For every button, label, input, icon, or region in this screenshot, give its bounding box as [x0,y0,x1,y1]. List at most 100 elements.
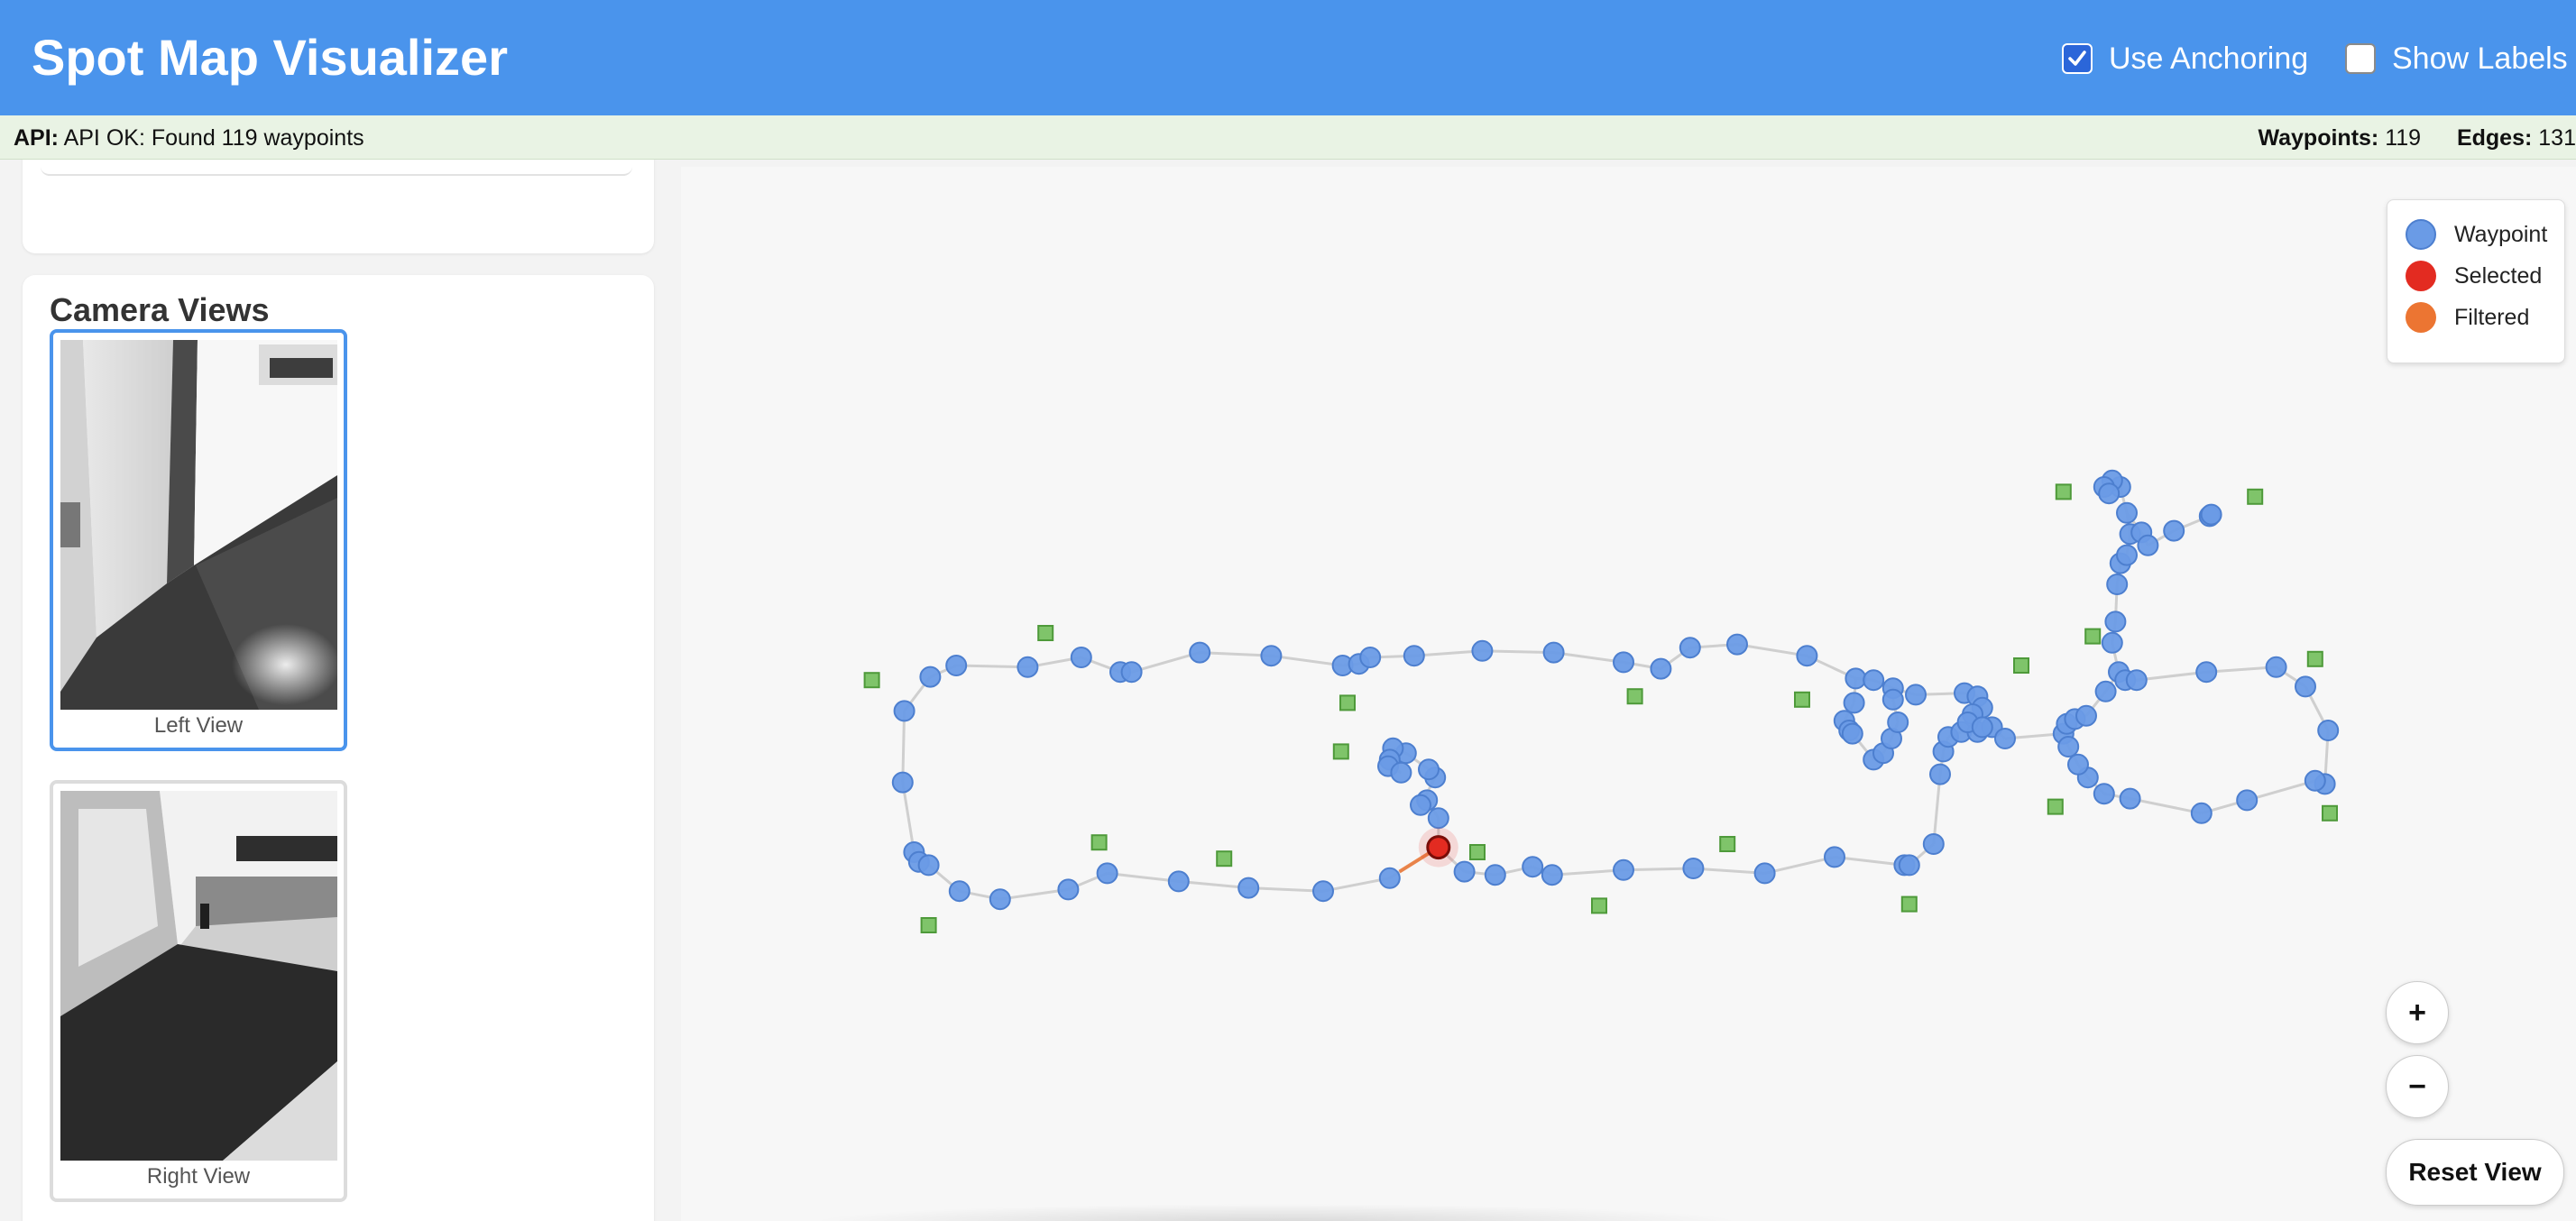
waypoint-node[interactable] [1905,684,1927,706]
waypoint-node[interactable] [1682,858,1705,879]
reset-view-button[interactable]: Reset View [2386,1139,2564,1206]
map-canvas[interactable]: Waypoint Selected Filtered + − Reset Vie… [681,167,2576,1221]
anchor-marker[interactable] [920,917,937,933]
anchor-marker[interactable] [1332,743,1349,760]
waypoint-node[interactable] [2101,631,2123,654]
graph-edge[interactable] [1248,886,1324,893]
waypoint-node[interactable] [1929,763,1951,785]
anchor-marker[interactable] [1900,895,1918,913]
waypoint-node[interactable] [917,854,940,877]
waypoint-node[interactable] [891,771,914,794]
anchor-marker[interactable] [1626,688,1643,705]
zoom-out-button[interactable]: − [2386,1055,2449,1118]
waypoint-node[interactable] [2067,753,2089,776]
anchor-marker[interactable] [1037,625,1054,641]
graph-edge[interactable] [2130,797,2203,815]
waypoint-node[interactable] [1260,645,1283,667]
waypoint-node[interactable] [2190,802,2213,824]
waypoint-node[interactable] [1887,711,1909,733]
waypoint-node[interactable] [1613,858,1634,881]
waypoint-node[interactable] [2116,501,2138,524]
waypoint-node[interactable] [1359,647,1382,668]
checkbox-checked-icon[interactable] [2062,43,2093,74]
waypoint-node[interactable] [2163,519,2185,542]
zoom-in-button[interactable]: + [2386,981,2449,1044]
checkbox-unchecked-icon[interactable] [2345,43,2376,74]
waypoint-node[interactable] [2125,669,2148,692]
sidebar-field[interactable] [41,160,632,176]
waypoint-node[interactable] [948,880,971,903]
waypoint-node[interactable] [1120,661,1143,684]
waypoint-node[interactable] [1390,761,1412,784]
anchor-marker[interactable] [2084,628,2102,645]
anchor-marker[interactable] [2322,804,2338,822]
waypoint-node[interactable] [1418,758,1440,781]
waypoint-node[interactable] [2106,574,2129,595]
waypoint-node[interactable] [1843,692,1865,714]
waypoint-node[interactable] [1189,641,1211,664]
waypoint-node[interactable] [1971,716,1993,739]
anchor-marker[interactable] [2047,798,2064,815]
camera-view-right[interactable]: Right View [50,780,347,1202]
anchor-marker[interactable] [1794,691,1810,708]
waypoint-node[interactable] [893,700,915,722]
waypoint-node[interactable] [2098,482,2121,505]
waypoint-node[interactable] [2116,544,2138,566]
waypoint-node[interactable] [1522,856,1544,878]
anchor-marker[interactable] [1591,897,1607,914]
waypoint-node[interactable] [1922,833,1945,855]
waypoint-node[interactable] [1845,667,1867,690]
anchor-marker[interactable] [863,672,880,689]
waypoint-graph[interactable] [681,167,2576,1221]
waypoint-node[interactable] [1863,669,1885,692]
selected-waypoint[interactable] [1426,835,1451,860]
waypoint-node[interactable] [2265,656,2287,678]
waypoint-node[interactable] [919,666,942,688]
waypoint-node[interactable] [1613,651,1634,674]
waypoint-node[interactable] [1753,862,1776,885]
waypoint-node[interactable] [2200,503,2222,526]
waypoint-node[interactable] [1796,645,1818,667]
use-anchoring-toggle[interactable]: Use Anchoring [2062,36,2308,81]
waypoint-node[interactable] [2093,783,2115,805]
waypoint-node[interactable] [1994,728,2016,749]
waypoint-node[interactable] [2094,680,2117,702]
anchor-marker[interactable] [2247,488,2264,505]
waypoint-node[interactable] [1237,877,1260,899]
anchor-marker[interactable] [1090,834,1108,851]
waypoint-node[interactable] [1427,807,1449,830]
camera-view-left[interactable]: Left View [50,329,347,751]
anchor-marker[interactable] [2013,657,2029,674]
waypoint-node[interactable] [1679,637,1701,659]
waypoint-node[interactable] [1070,647,1092,668]
waypoint-node[interactable] [2236,789,2259,812]
waypoint-node[interactable] [1726,633,1748,656]
waypoint-node[interactable] [1898,854,1920,877]
waypoint-node[interactable] [1541,864,1563,886]
waypoint-node[interactable] [1471,639,1494,662]
waypoint-node[interactable] [2075,704,2097,727]
waypoint-node[interactable] [1542,641,1565,664]
waypoint-node[interactable] [1881,688,1904,711]
waypoint-node[interactable] [1410,794,1431,816]
waypoint-node[interactable] [2119,787,2141,810]
waypoint-node[interactable] [1017,656,1039,678]
waypoint-node[interactable] [2195,661,2218,684]
waypoint-node[interactable] [1378,867,1401,889]
waypoint-node[interactable] [2057,736,2080,757]
waypoint-node[interactable] [945,655,968,676]
waypoint-node[interactable] [1484,864,1506,886]
waypoint-node[interactable] [989,888,1011,911]
waypoint-node[interactable] [2304,769,2326,792]
waypoint-node[interactable] [1824,846,1845,868]
waypoint-node[interactable] [2137,534,2159,556]
anchor-marker[interactable] [2055,483,2072,500]
waypoint-node[interactable] [1453,860,1476,883]
waypoint-node[interactable] [1057,878,1080,901]
anchor-marker[interactable] [2306,650,2323,667]
anchor-marker[interactable] [1216,850,1233,868]
waypoint-node[interactable] [2317,720,2340,741]
waypoint-node[interactable] [1167,870,1190,893]
anchor-marker[interactable] [1339,694,1356,711]
anchor-marker[interactable] [1469,844,1486,860]
